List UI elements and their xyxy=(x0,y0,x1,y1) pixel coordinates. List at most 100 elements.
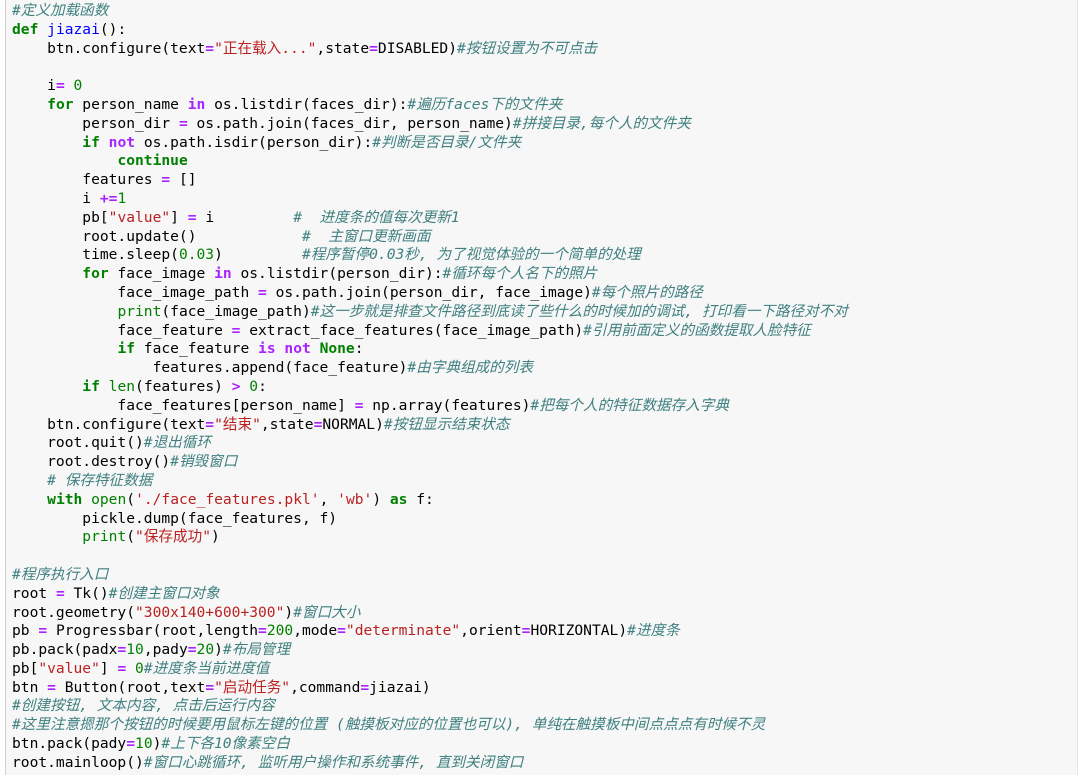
code-text-token: root.update() xyxy=(12,227,302,245)
code-text-token: ) xyxy=(284,603,294,621)
code-line: #程序执行入口 xyxy=(12,566,1077,585)
string-token: "启动任务" xyxy=(214,678,291,696)
comment-token: #这里注意摁那个按钮的时候要用鼠标左键的位置 (触摸板对应的位置也可以), 单纯… xyxy=(12,716,766,734)
code-line: time.sleep(0.03) #程序暂停0.03秒, 为了视觉体验的一个简单… xyxy=(12,246,1077,265)
code-text-token: face_features[person_name] xyxy=(12,396,355,414)
comment-token: #这一步就是排查文件路径到底读了些什么的时候加的调试, 打印看一下路径对不对 xyxy=(310,302,848,320)
keyword-token: with xyxy=(47,490,83,508)
builtin-token: len xyxy=(108,377,136,395)
code-text-token: ,state xyxy=(316,39,370,57)
code-line: i= 0 xyxy=(12,77,1077,96)
code-line: face_features[person_name] = np.array(fe… xyxy=(12,397,1077,416)
code-line: pb = Progressbar(root,length=200,mode="d… xyxy=(12,622,1077,641)
operator-token: = xyxy=(258,622,267,640)
code-text-token: person_dir xyxy=(12,114,179,132)
function-name-token: jiazai xyxy=(47,20,100,38)
code-line: root.destroy()#销毁窗口 xyxy=(12,453,1077,472)
code-line: root.geometry("300x140+600+300")#窗口大小 xyxy=(12,604,1077,623)
comment-token: # 主窗口更新画面 xyxy=(301,227,431,245)
operator-token: = xyxy=(187,208,197,226)
string-token: "正在载入..." xyxy=(214,39,317,57)
code-line: features.append(face_feature)#由字典组成的列表 xyxy=(12,359,1077,378)
code-text-token: ) xyxy=(214,246,302,264)
code-text-token: os.listdir(faces_dir): xyxy=(205,95,408,113)
code-text-token: ) xyxy=(372,490,390,508)
builtin-token: print xyxy=(117,302,162,320)
code-text-token: os.path.join(faces_dir, person_name) xyxy=(187,114,513,132)
code-line: pb.pack(padx=10,pady=20)#布局管理 xyxy=(12,641,1077,660)
operator-token: = xyxy=(258,283,267,301)
comment-token: #布局管理 xyxy=(222,641,291,659)
operator-token: = xyxy=(205,39,215,57)
code-text-token: ,pady xyxy=(143,641,188,659)
operator-token: in xyxy=(214,265,232,283)
code-editor[interactable]: #定义加载函数 def jiazai(): btn.configure(text=… xyxy=(12,2,1077,773)
number-token: 10 xyxy=(126,641,144,659)
code-cell[interactable]: #定义加载函数 def jiazai(): btn.configure(text=… xyxy=(5,0,1078,775)
comment-token: #判断是否目录/文件夹 xyxy=(372,133,522,151)
code-line: print("保存成功") xyxy=(12,528,1077,547)
code-text-token: pb[ xyxy=(12,208,109,226)
code-text-token: (): xyxy=(99,20,127,38)
code-text-token: ,orient xyxy=(460,622,522,640)
code-text-token: Progressbar(root,length xyxy=(47,622,259,640)
code-text-token: root.destroy() xyxy=(12,453,171,471)
code-text-token: i xyxy=(12,189,100,207)
comment-token: #循环每个人名下的照片 xyxy=(442,265,598,283)
comment-token: #销毁窗口 xyxy=(170,453,238,471)
code-text-token: features.append(face_feature) xyxy=(12,359,408,377)
code-text-token: jiazai) xyxy=(369,678,431,696)
comment-token: #创建按钮, 文本内容, 点击后运行内容 xyxy=(12,697,275,715)
string-token: './face_features.pkl' xyxy=(135,490,320,508)
code-line: pb["value"] = 0#进度条当前进度值 xyxy=(12,660,1077,679)
string-token: "determinate" xyxy=(345,622,461,640)
comment-token: #定义加载函数 xyxy=(12,2,109,19)
comment-token: #遍历faces下的文件夹 xyxy=(407,95,563,113)
code-line: for person_name in os.listdir(faces_dir)… xyxy=(12,96,1077,115)
string-token: "保存成功" xyxy=(135,528,211,546)
code-text-token: root.quit() xyxy=(12,434,144,452)
operator-token: = xyxy=(126,735,136,753)
code-line: btn.pack(pady=10)#上下各10像素空白 xyxy=(12,735,1077,754)
code-text-token: root.geometry( xyxy=(12,603,136,621)
code-line: print(face_image_path)#这一步就是排查文件路径到底读了些什… xyxy=(12,303,1077,322)
operator-token: = xyxy=(161,171,171,189)
code-line: face_image_path = os.path.join(person_di… xyxy=(12,284,1077,303)
code-line: #创建按钮, 文本内容, 点击后运行内容 xyxy=(12,697,1077,716)
operator-token: not xyxy=(108,133,136,151)
comment-token: #程序执行入口 xyxy=(12,565,109,583)
builtin-token: print xyxy=(82,528,127,546)
comment-token: #按钮设置为不可点击 xyxy=(457,39,598,57)
code-text-token: os.path.isdir(person_dir): xyxy=(135,133,373,151)
code-text-token: face_feature xyxy=(12,321,232,339)
code-text-token: face_image xyxy=(108,265,215,283)
keyword-token: None xyxy=(319,340,355,358)
code-text-token: btn.configure(text xyxy=(12,39,206,57)
number-token: 10 xyxy=(135,735,153,753)
code-text-token: (face_image_path) xyxy=(161,302,311,320)
operator-token: is xyxy=(258,340,276,358)
comment-token: #进度条 xyxy=(627,622,680,640)
code-text-token: ,state xyxy=(260,415,314,433)
keyword-token: if xyxy=(82,377,100,395)
comment-token: #按钮显示结束状态 xyxy=(383,415,510,433)
code-line: with open('./face_features.pkl', 'wb') a… xyxy=(12,491,1077,510)
code-text-token: features xyxy=(12,171,162,189)
code-line: pickle.dump(face_features, f) xyxy=(12,510,1077,529)
number-token: 0.03 xyxy=(178,246,215,264)
keyword-token: for xyxy=(82,265,109,283)
operator-token: in xyxy=(187,95,206,113)
keyword-token: for xyxy=(47,95,74,113)
code-text-token: i xyxy=(196,208,294,226)
number-token: 0 xyxy=(249,377,259,395)
